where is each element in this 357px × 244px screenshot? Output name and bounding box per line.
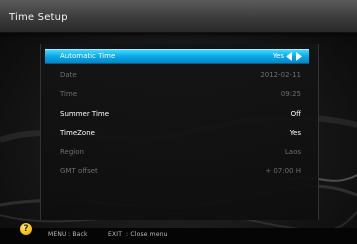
setting-label: GMT offset	[60, 167, 98, 175]
setting-label: Date	[60, 71, 77, 79]
question-icon: ?	[20, 223, 32, 235]
time-setup-screen: Time Setup Automatic Time Yes Date 2012-02-…	[0, 0, 357, 244]
setting-label: Automatic Time	[60, 52, 116, 60]
setting-value: Laos	[284, 148, 301, 156]
setting-value: 09:25	[280, 90, 301, 98]
menu-key-action: : Back	[68, 231, 88, 238]
setting-row-gmt-offset: GMT offset + 07:00 H	[45, 164, 309, 179]
left-right-arrows-icon[interactable]	[286, 52, 302, 61]
setting-label: TimeZone	[60, 129, 95, 137]
setting-row-timezone[interactable]: TimeZone Yes	[45, 126, 309, 141]
setting-row-date: Date 2012-02-11	[45, 68, 309, 83]
setting-label: Region	[60, 148, 84, 156]
setting-row-time: Time 09:25	[45, 87, 309, 102]
setting-value: + 07:00 H	[265, 167, 301, 175]
setting-value: Off	[290, 110, 301, 118]
setting-row-automatic-time[interactable]: Automatic Time Yes	[45, 49, 309, 64]
exit-key-label: EXIT	[108, 231, 123, 238]
setting-row-region: Region Laos	[45, 145, 309, 160]
setting-value: Yes	[289, 129, 301, 137]
page-title: Time Setup	[9, 12, 68, 23]
setting-label: Summer Time	[60, 110, 110, 118]
setting-row-summer-time[interactable]: Summer Time Off	[45, 107, 309, 122]
setting-value: Yes	[272, 52, 284, 60]
menu-key-label: MENU	[48, 231, 67, 238]
exit-key-action: : Close menu	[126, 231, 168, 238]
setting-value: 2012-02-11	[260, 71, 301, 79]
setting-label: Time	[60, 90, 78, 98]
title-bar: Time Setup	[0, 0, 357, 33]
